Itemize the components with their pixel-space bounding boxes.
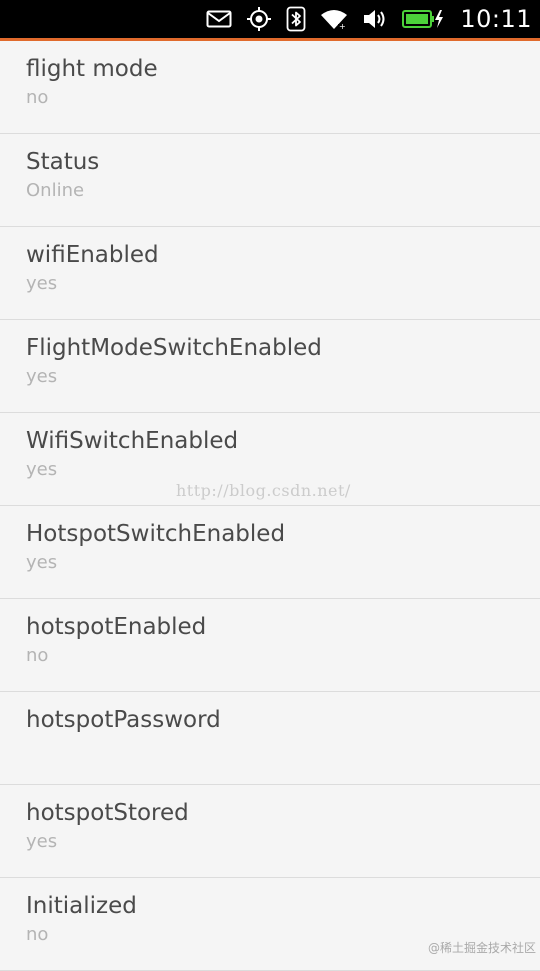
corner-watermark: @稀土掘金技术社区 (427, 941, 536, 955)
list-item-value: yes (26, 273, 58, 294)
mail-icon (206, 10, 232, 28)
status-bar: + 10:11 (0, 0, 540, 38)
list-item-value: yes (26, 552, 58, 573)
list-item-status[interactable]: Status Online (0, 134, 540, 227)
list-item-title: FlightModeSwitchEnabled (26, 335, 322, 361)
list-item-title: hotspotStored (26, 800, 189, 826)
list-item-value: no (26, 87, 49, 108)
list-item-value: no (26, 924, 49, 945)
list-item-value: yes (26, 366, 58, 387)
settings-list: flight mode no Status Online wifiEnabled… (0, 41, 540, 971)
list-item-title: hotspotPassword (26, 707, 221, 733)
list-item-hotspot-stored[interactable]: hotspotStored yes (0, 785, 540, 878)
list-item-hotspot-switch-enabled[interactable]: HotspotSwitchEnabled yes (0, 506, 540, 599)
wifi-icon: + (320, 8, 348, 30)
list-item-flight-mode-switch-enabled[interactable]: FlightModeSwitchEnabled yes (0, 320, 540, 413)
list-item-value: yes (26, 831, 58, 852)
list-item-initialized[interactable]: Initialized no (0, 878, 540, 971)
list-item-title: flight mode (26, 56, 158, 82)
list-item-title: HotspotSwitchEnabled (26, 521, 286, 547)
list-item-title: Status (26, 149, 100, 175)
gps-icon (246, 6, 272, 32)
watermark: http://blog.csdn.net/ (176, 481, 351, 500)
list-item-flight-mode[interactable]: flight mode no (0, 41, 540, 134)
list-item-hotspot-enabled[interactable]: hotspotEnabled no (0, 599, 540, 692)
list-item-title: Initialized (26, 893, 137, 919)
list-item-title: wifiEnabled (26, 242, 159, 268)
volume-icon (362, 8, 388, 30)
list-item-value: yes (26, 459, 58, 480)
list-item-wifi-enabled[interactable]: wifiEnabled yes (0, 227, 540, 320)
battery-charging-icon (402, 9, 444, 29)
list-item-title: WifiSwitchEnabled (26, 428, 239, 454)
list-item-value: Online (26, 180, 85, 201)
list-item-value: no (26, 645, 49, 666)
clock: 10:11 (460, 5, 532, 33)
bluetooth-icon (286, 6, 306, 32)
svg-text:+: + (339, 22, 346, 30)
list-item-title: hotspotEnabled (26, 614, 207, 640)
list-item-hotspot-password[interactable]: hotspotPassword (0, 692, 540, 785)
